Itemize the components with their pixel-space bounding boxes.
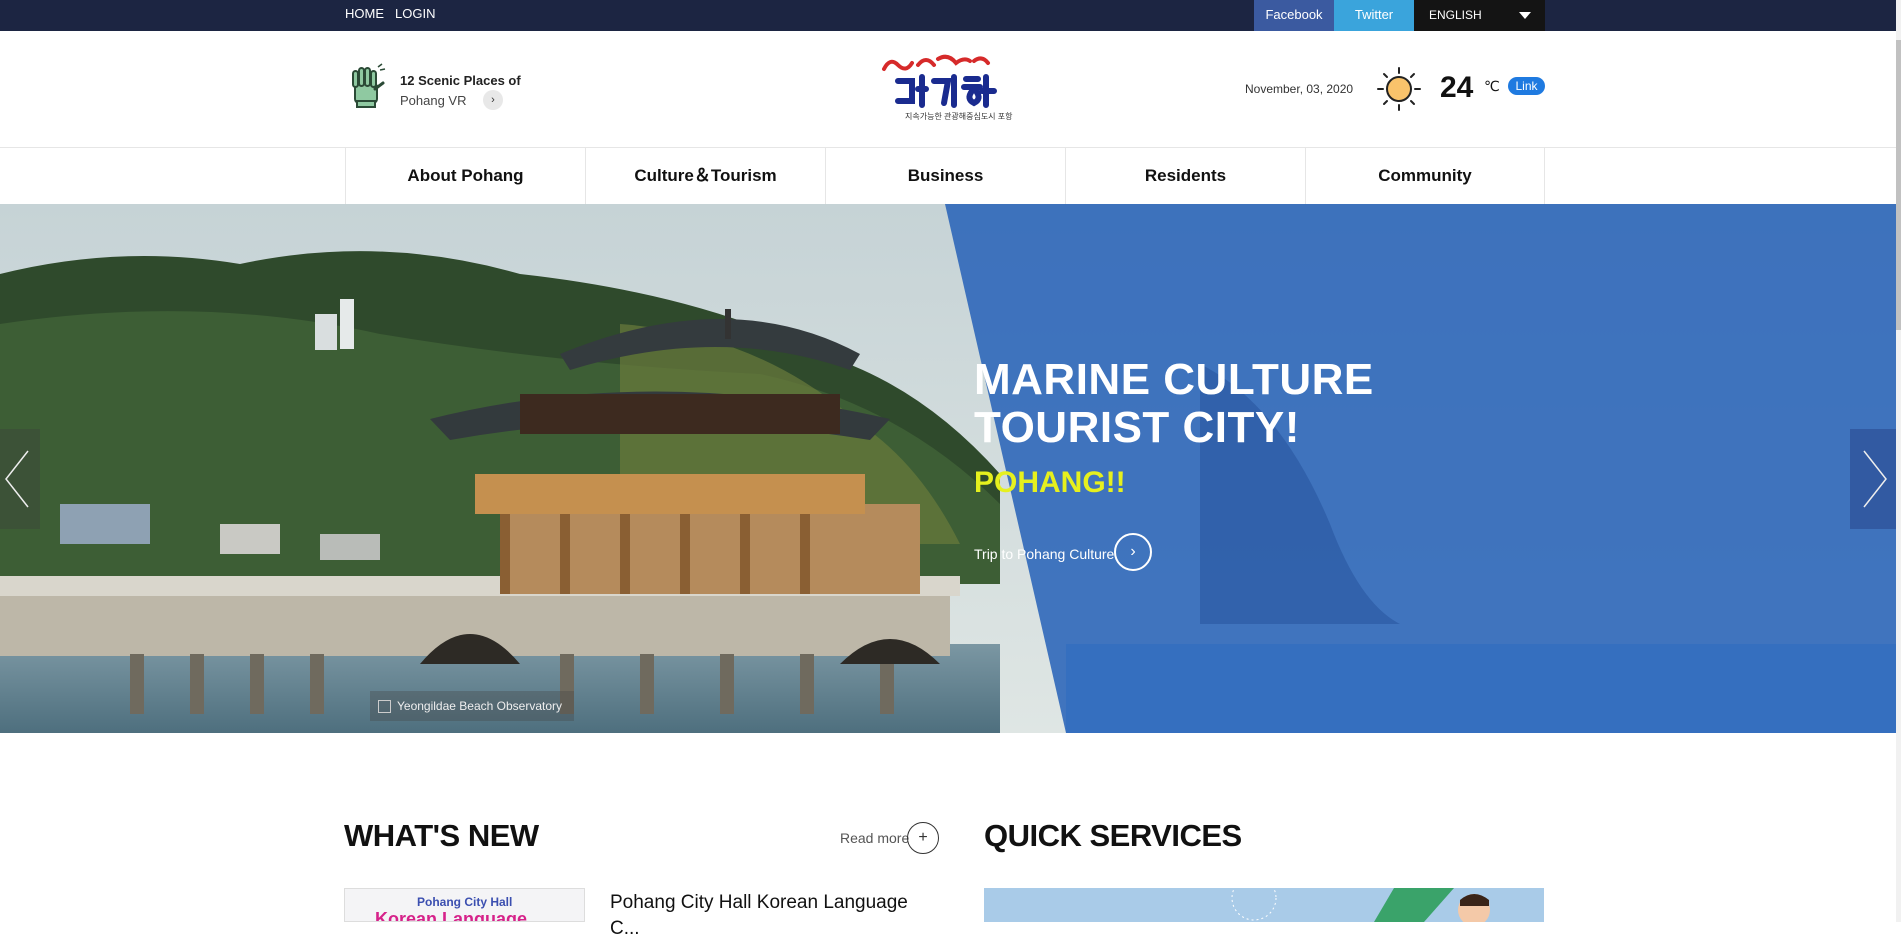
- photo-caption: Yeongildae Beach Observatory: [370, 691, 574, 721]
- hand-icon: [352, 63, 386, 108]
- vr-tour-link[interactable]: 12 Scenic Places of Pohang VR ›: [345, 63, 565, 113]
- top-bar-inner: HOME LOGIN Facebook Twitter ENGLISH: [345, 0, 1545, 31]
- sun-icon: [1377, 67, 1421, 111]
- vr-title: 12 Scenic Places of: [400, 73, 521, 88]
- logo-mark: [882, 54, 997, 108]
- read-more-link[interactable]: Read more: [840, 830, 909, 846]
- temperature-value: 24: [1440, 71, 1474, 104]
- city-logo[interactable]: 지속가능한 관광해중심도시 포항: [878, 51, 1013, 127]
- chevron-right-circle-icon[interactable]: ›: [1114, 533, 1152, 571]
- hero-subheadline: POHANG!!: [974, 466, 1126, 499]
- logo-slogan: 지속가능한 관광해중심도시 포항: [905, 112, 1013, 121]
- hero-photo: [0, 204, 1901, 733]
- chevron-right-icon: [1863, 450, 1887, 508]
- page-scrollbar[interactable]: [1896, 0, 1901, 922]
- vr-subtitle: Pohang VR: [400, 93, 467, 108]
- hero-headline: MARINE CULTURE TOURIST CITY!: [974, 356, 1374, 452]
- language-label: ENGLISH: [1429, 8, 1482, 22]
- hero-headline-line2: TOURIST CITY!: [974, 403, 1300, 452]
- site-header: 12 Scenic Places of Pohang VR › 지속가능한 관광…: [0, 31, 1901, 148]
- home-link[interactable]: HOME: [345, 6, 384, 21]
- quick-services-banner-art: [984, 888, 1544, 922]
- photo-caption-text: Yeongildae Beach Observatory: [397, 699, 562, 713]
- plus-icon[interactable]: +: [907, 822, 939, 854]
- hero-cta-link[interactable]: Trip to Pohang Culture: [974, 546, 1114, 562]
- news-thumb-line2: Korean Language: [375, 909, 528, 922]
- chevron-left-icon: [5, 450, 29, 508]
- image-icon: [378, 700, 391, 714]
- nav-item-residents[interactable]: Residents: [1065, 148, 1305, 204]
- slider-next-button[interactable]: [1850, 429, 1896, 529]
- top-bar: HOME LOGIN Facebook Twitter ENGLISH: [0, 0, 1901, 31]
- nav-item-culture-tourism[interactable]: Culture＆Tourism: [585, 148, 825, 204]
- chevron-right-icon[interactable]: ›: [483, 90, 503, 110]
- quick-services-title: QUICK SERVICES: [984, 818, 1242, 853]
- language-select[interactable]: ENGLISH: [1414, 0, 1545, 31]
- caret-down-icon: [1519, 12, 1531, 19]
- temperature-unit: ℃: [1484, 78, 1500, 94]
- whats-new-title: WHAT'S NEW: [344, 818, 539, 853]
- nav-item-business[interactable]: Business: [825, 148, 1065, 204]
- news-thumb-line1: Pohang City Hall: [417, 895, 513, 909]
- weather-link-button[interactable]: Link: [1508, 77, 1545, 95]
- hero-slider: Yeongildae Beach Observatory MARINE CULT…: [0, 204, 1901, 733]
- slider-prev-button[interactable]: [0, 429, 40, 529]
- nav-item-about-pohang[interactable]: About Pohang: [345, 148, 585, 204]
- twitter-button[interactable]: Twitter: [1334, 0, 1414, 31]
- scrollbar-thumb[interactable]: [1896, 40, 1901, 330]
- hero-headline-line1: MARINE CULTURE: [974, 355, 1374, 404]
- login-link[interactable]: LOGIN: [395, 6, 435, 21]
- nav-item-community[interactable]: Community: [1305, 148, 1545, 204]
- news-item-title[interactable]: Pohang City Hall Korean Language C...: [610, 890, 940, 942]
- current-date: November, 03, 2020: [1245, 82, 1354, 96]
- news-thumbnail[interactable]: Pohang City Hall Korean Language: [344, 888, 585, 922]
- facebook-button[interactable]: Facebook: [1254, 0, 1334, 31]
- main-nav: About Pohang Culture＆Tourism Business Re…: [0, 148, 1901, 204]
- quick-services-banner[interactable]: [984, 888, 1544, 922]
